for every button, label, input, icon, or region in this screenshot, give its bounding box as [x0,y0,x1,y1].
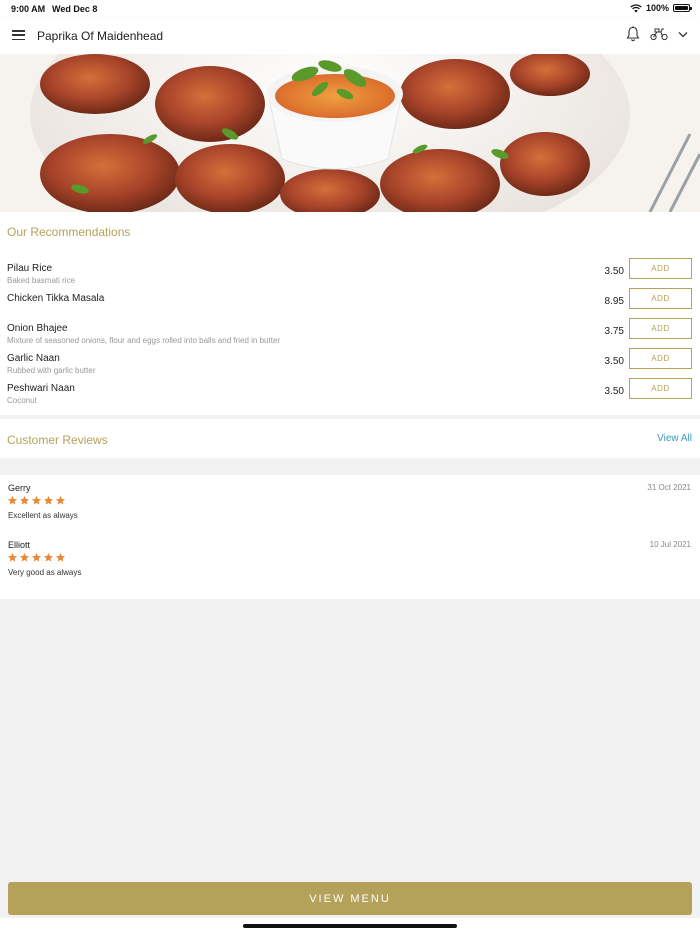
hero-food-image [0,54,700,212]
item-name: Peshwari Naan [7,383,75,394]
item-price: 3.50 [604,386,624,397]
status-date: Wed Dec 8 [52,4,98,14]
home-indicator[interactable] [243,924,457,928]
review-text: Very good as always [8,568,82,577]
add-button[interactable]: ADD [629,318,692,339]
star-rating [7,552,66,563]
reviews-header: Customer Reviews View All [0,419,700,458]
star-icon [7,495,18,505]
add-button[interactable]: ADD [629,348,692,369]
recommendations-title: Our Recommendations [7,225,131,239]
review-date: 31 Oct 2021 [647,483,691,492]
bell-icon[interactable] [626,26,640,42]
review-item: Elliott 10 Jul 2021 Very good as always [0,540,700,590]
view-all-link[interactable]: View All [657,433,692,444]
item-name: Chicken Tikka Masala [7,293,105,304]
reviews-title: Customer Reviews [7,433,108,447]
list-item: Garlic Naan Rubbed with garlic butter 3.… [0,348,700,383]
star-rating [7,495,66,506]
item-description: Baked basmati rice [7,276,76,285]
reviewer-name: Gerry [8,483,31,493]
review-item: Gerry 31 Oct 2021 Excellent as always [0,483,700,533]
status-bar: 9:00 AM Wed Dec 8 100% [0,0,700,18]
reviews-list: Gerry 31 Oct 2021 Excellent as always El… [0,475,700,599]
item-price: 3.75 [604,326,624,337]
star-icon [31,495,42,505]
scooter-icon[interactable] [650,27,668,41]
list-item: Pilau Rice Baked basmati rice 3.50 ADD [0,258,700,293]
item-description: Mixture of seasoned onions, flour and eg… [7,336,281,345]
reviewer-name: Elliott [8,540,31,550]
chevron-down-icon[interactable] [678,31,688,38]
item-name: Pilau Rice [7,263,53,274]
list-item: Peshwari Naan Coconut 3.50 ADD [0,378,700,413]
menu-icon[interactable] [12,30,25,41]
star-icon [43,552,54,562]
star-icon [43,495,54,505]
status-right: 100% [630,3,692,13]
add-button[interactable]: ADD [629,288,692,309]
star-icon [7,552,18,562]
status-time: 9:00 AM [11,4,46,14]
review-date: 10 Jul 2021 [649,540,691,549]
review-text: Excellent as always [8,511,78,520]
star-icon [19,552,30,562]
view-menu-button[interactable]: VIEW MENU [8,882,692,915]
header-actions [626,26,688,42]
battery-icon [673,4,692,12]
add-button[interactable]: ADD [629,258,692,279]
app-header: Paprika Of Maidenhead [0,18,700,54]
add-button[interactable]: ADD [629,378,692,399]
star-icon [19,495,30,505]
item-description: Coconut [7,396,37,405]
wifi-icon [630,3,642,12]
item-name: Onion Bhajee [7,323,68,334]
list-item: Onion Bhajee Mixture of seasoned onions,… [0,318,700,353]
item-price: 8.95 [604,296,624,307]
recommendations-section: Our Recommendations Pilau Rice Baked bas… [0,212,700,415]
list-item: Chicken Tikka Masala 8.95 ADD [0,288,700,323]
star-icon [31,552,42,562]
item-name: Garlic Naan [7,353,60,364]
page-title: Paprika Of Maidenhead [37,29,164,43]
star-icon [55,495,66,505]
battery-percent: 100% [645,3,669,13]
star-icon [55,552,66,562]
item-description: Rubbed with garlic butter [7,366,96,375]
item-price: 3.50 [604,266,624,277]
item-price: 3.50 [604,356,624,367]
